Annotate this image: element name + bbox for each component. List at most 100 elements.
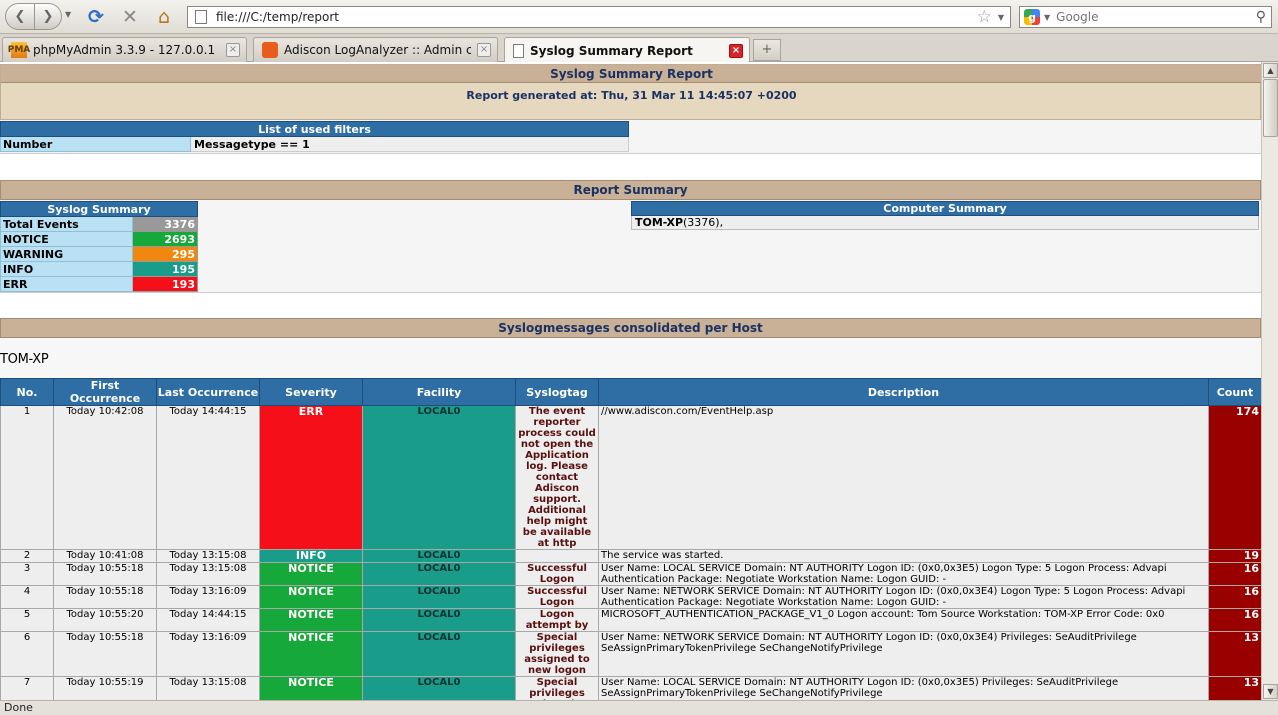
close-icon[interactable]: × bbox=[477, 43, 491, 57]
home-button[interactable]: ⌂ bbox=[152, 5, 176, 29]
close-icon[interactable]: × bbox=[226, 43, 240, 57]
cell-last-occurrence: Today 13:15:08 bbox=[156, 676, 260, 700]
tab-label: Adiscon LogAnalyzer :: Admin center :: .… bbox=[284, 43, 471, 57]
table-row: 4 Today 10:55:18 Today 13:16:09 NOTICE LOCAL… bbox=[0, 585, 1261, 609]
cell-description: MICROSOFT_AUTHENTICATION_PACKAGE_V1_0 Lo… bbox=[598, 608, 1209, 632]
close-icon[interactable]: × bbox=[729, 43, 743, 58]
summary-label: ERR bbox=[0, 276, 133, 292]
cell-last-occurrence: Today 13:15:08 bbox=[156, 549, 260, 563]
cell-first-occurrence: Today 10:55:20 bbox=[53, 608, 157, 632]
computer-summary-header: Computer Summary bbox=[631, 201, 1259, 216]
address-bar[interactable]: file:///C:/temp/report ☆ ▼ bbox=[187, 6, 1011, 28]
column-header[interactable]: Description bbox=[598, 378, 1209, 406]
cell-number: 2 bbox=[0, 549, 54, 563]
bookmark-star-icon[interactable]: ☆ bbox=[977, 7, 992, 27]
tab-syslog-report[interactable]: Syslog Summary Report × bbox=[504, 37, 750, 63]
search-icon[interactable]: ⚲ bbox=[1256, 9, 1266, 25]
google-icon[interactable]: g bbox=[1024, 9, 1040, 25]
computer-summary-table: Computer Summary TOM-XP(3376), bbox=[631, 201, 1259, 230]
column-header[interactable]: Count bbox=[1208, 378, 1261, 406]
search-input[interactable] bbox=[1056, 10, 1256, 24]
scroll-down-button[interactable]: ▼ bbox=[1263, 684, 1278, 699]
engine-dropdown-icon[interactable]: ▼ bbox=[1044, 13, 1050, 22]
column-header[interactable]: First Occurrence bbox=[53, 378, 157, 406]
cell-last-occurrence: Today 14:44:15 bbox=[156, 405, 260, 550]
home-icon: ⌂ bbox=[157, 6, 171, 28]
new-tab-button[interactable]: + bbox=[753, 39, 781, 61]
cell-syslogtag: The event reporter process could not ope… bbox=[515, 405, 599, 550]
messages-table: No. First Occurrence Last Occurrence Severi… bbox=[0, 378, 1261, 700]
vertical-scrollbar[interactable]: ▲ ▼ bbox=[1261, 62, 1278, 700]
table-row: 7 Today 10:55:19 Today 13:15:08 NOTICE LOCAL… bbox=[0, 676, 1261, 700]
cell-severity: NOTICE bbox=[259, 631, 363, 677]
cell-count: 19 bbox=[1208, 549, 1261, 563]
stop-button[interactable]: ✕ bbox=[118, 5, 142, 29]
forward-button[interactable]: ❯ bbox=[34, 3, 62, 30]
cell-first-occurrence: Today 10:42:08 bbox=[53, 405, 157, 550]
status-text: Done bbox=[4, 701, 33, 714]
navigation-toolbar: ❮ ❯ ▼ ⟳ ✕ ⌂ file:///C:/temp/report ☆ ▼ g… bbox=[0, 0, 1278, 34]
cell-syslogtag: Successful Logon bbox=[515, 562, 599, 586]
computer-host-count: (3376), bbox=[683, 216, 724, 229]
summary-row: NOTICE 2693 bbox=[0, 231, 198, 247]
document-icon bbox=[513, 43, 524, 58]
column-header[interactable]: Facility bbox=[362, 378, 516, 406]
cell-first-occurrence: Today 10:55:18 bbox=[53, 562, 157, 586]
cell-syslogtag bbox=[515, 549, 599, 563]
reload-button[interactable]: ⟳ bbox=[84, 5, 108, 29]
cell-facility: LOCAL0 bbox=[362, 676, 516, 700]
summary-label: Total Events bbox=[0, 216, 133, 232]
summary-label: NOTICE bbox=[0, 231, 133, 247]
column-header[interactable]: Severity bbox=[259, 378, 363, 406]
host-panel: TOM-XP bbox=[0, 338, 1261, 378]
scroll-up-button[interactable]: ▲ bbox=[1263, 63, 1278, 78]
cell-count: 16 bbox=[1208, 585, 1261, 609]
column-header[interactable]: Last Occurrence bbox=[156, 378, 260, 406]
cell-syslogtag: Successful Logon bbox=[515, 585, 599, 609]
summary-panel: Syslog Summary Total Events 3376 NOTICE 269… bbox=[0, 200, 1261, 293]
cell-number: 1 bbox=[0, 405, 54, 550]
column-header[interactable]: Syslogtag bbox=[515, 378, 599, 406]
summary-label: WARNING bbox=[0, 246, 133, 262]
arrow-left-icon: ❮ bbox=[14, 9, 26, 24]
computer-entry: TOM-XP(3376), bbox=[631, 215, 1259, 230]
cell-description: User Name: LOCAL SERVICE Domain: NT AUTH… bbox=[598, 562, 1209, 586]
cell-first-occurrence: Today 10:55:19 bbox=[53, 676, 157, 700]
tab-strip: PMA phpMyAdmin 3.3.9 - 127.0.0.1 × Adisc… bbox=[0, 34, 1278, 63]
summary-row: ERR 193 bbox=[0, 276, 198, 292]
url-text[interactable]: file:///C:/temp/report bbox=[216, 10, 977, 24]
computer-host-link[interactable]: TOM-XP bbox=[635, 216, 683, 229]
back-button[interactable]: ❮ bbox=[5, 3, 35, 30]
cell-facility: LOCAL0 bbox=[362, 549, 516, 563]
summary-label: INFO bbox=[0, 261, 133, 277]
page-icon bbox=[195, 10, 207, 24]
summary-count: 195 bbox=[132, 261, 198, 277]
search-box: g ▼ ⚲ bbox=[1019, 6, 1272, 28]
tab-loganalyzer[interactable]: Adiscon LogAnalyzer :: Admin center :: .… bbox=[253, 37, 498, 62]
summary-count: 3376 bbox=[132, 216, 198, 232]
scroll-thumb[interactable] bbox=[1263, 79, 1278, 137]
cell-severity: INFO bbox=[259, 549, 363, 563]
cell-count: 16 bbox=[1208, 608, 1261, 632]
cell-facility: LOCAL0 bbox=[362, 608, 516, 632]
cell-facility: LOCAL0 bbox=[362, 562, 516, 586]
cell-first-occurrence: Today 10:55:18 bbox=[53, 631, 157, 677]
table-row: 2 Today 10:41:08 Today 13:15:08 INFO LOCAL0 T… bbox=[0, 549, 1261, 563]
column-header[interactable]: No. bbox=[0, 378, 54, 406]
tab-label: phpMyAdmin 3.3.9 - 127.0.0.1 bbox=[33, 43, 216, 57]
cell-first-occurrence: Today 10:41:08 bbox=[53, 549, 157, 563]
filters-panel: List of used filters Number Messagetype … bbox=[0, 120, 1261, 154]
url-dropdown-icon[interactable]: ▼ bbox=[998, 13, 1004, 22]
cell-last-occurrence: Today 13:15:08 bbox=[156, 562, 260, 586]
tab-phpmyadmin[interactable]: PMA phpMyAdmin 3.3.9 - 127.0.0.1 × bbox=[2, 37, 247, 62]
cell-severity: NOTICE bbox=[259, 676, 363, 700]
cell-number: 5 bbox=[0, 608, 54, 632]
syslog-summary-table: Syslog Summary Total Events 3376 NOTICE 269… bbox=[0, 201, 198, 292]
close-icon: ✕ bbox=[122, 6, 138, 28]
cell-last-occurrence: Today 14:44:15 bbox=[156, 608, 260, 632]
syslog-summary-header: Syslog Summary bbox=[0, 201, 198, 217]
history-dropdown-icon[interactable]: ▼ bbox=[65, 10, 71, 19]
cell-syslogtag: Special privileges assigned to new logon bbox=[515, 631, 599, 677]
host-name: TOM-XP bbox=[0, 352, 49, 367]
cell-count: 13 bbox=[1208, 676, 1261, 700]
